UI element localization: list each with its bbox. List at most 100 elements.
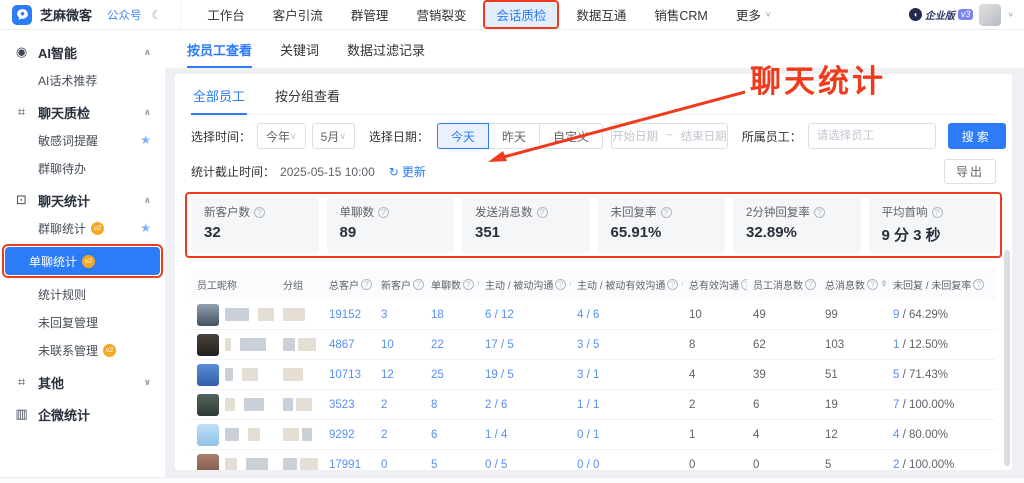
table-cell[interactable]: 3 / 5 [571,339,683,351]
sidebar-item[interactable]: AI话术推荐 [0,66,165,94]
month-select[interactable]: 5月 ∨ [312,123,355,149]
sort-icon[interactable]: ▲▼ [569,280,571,288]
table-cell[interactable]: 1 / 4 [479,429,571,441]
table-cell[interactable]: 18 [425,309,479,321]
info-icon[interactable]: ? [361,279,372,290]
view-tab[interactable]: 全部员工 [191,82,247,114]
year-select[interactable]: 今年 ∨ [257,123,306,149]
dark-mode-icon[interactable]: ☾ [152,8,163,22]
account-chevron-down-icon[interactable]: ∨ [1007,10,1014,19]
nav-item[interactable]: 数据互通 [565,2,637,27]
nav-item[interactable]: 群管理 [340,2,400,27]
table-cell[interactable]: 12 [375,369,425,381]
nav-item[interactable]: 会话质检 [485,2,557,27]
sidebar-item[interactable]: 群聊待办 [0,154,165,182]
info-icon[interactable]: ? [413,279,424,290]
table-cell[interactable]: 8 [425,399,479,411]
info-icon[interactable]: ? [537,207,548,218]
table-cell[interactable]: 6 [425,429,479,441]
table-cell[interactable]: 0 / 1 [571,429,683,441]
nav-item[interactable]: 工作台 [196,2,256,27]
table-cell[interactable]: 2 / 6 [479,399,571,411]
plan-badge[interactable]: ◖ 企业版 v3 [909,7,974,22]
table-cell[interactable]: 17991 [323,459,375,471]
table-cell[interactable]: 9292 [323,429,375,441]
table-cell[interactable]: 4867 [323,339,375,351]
star-icon[interactable]: ★ [140,133,151,147]
sidebar-item[interactable]: 敏感词提醒★ [0,126,165,154]
table-cell[interactable]: 5 [425,459,479,471]
table-row[interactable]: 4867102217 / 53 / 58621031 / 12.50% [191,330,996,360]
info-icon[interactable]: ? [805,279,816,290]
info-icon[interactable]: ? [973,279,984,290]
date-quick-button[interactable]: 自定义 [539,123,603,149]
user-avatar[interactable] [979,4,1001,26]
sidebar-item[interactable]: 未回复管理 [0,308,165,336]
nav-item-more[interactable]: 更多 ∨ [725,2,783,27]
staff-select-input[interactable] [808,123,936,149]
sidebar-group[interactable]: ▥企微统计 [0,400,165,428]
info-icon[interactable]: ? [254,207,265,218]
table-cell[interactable]: 17 / 5 [479,339,571,351]
table-cell[interactable]: 10 [375,339,425,351]
sort-icon[interactable]: ▲▼ [681,280,683,288]
table-row[interactable]: 191523186 / 124 / 61049999 / 64.29% [191,300,996,330]
table-cell[interactable]: 4 / 6 [571,309,683,321]
sidebar-item[interactable]: 统计规则 [0,280,165,308]
info-icon[interactable]: ? [555,279,566,290]
table-cell[interactable]: 3 / 1 [571,369,683,381]
table-cell[interactable]: 3 [375,309,425,321]
nav-item[interactable]: 营销裂变 [405,2,477,27]
nav-item[interactable]: 销售CRM [643,2,718,27]
info-icon[interactable]: ? [867,279,878,290]
info-icon[interactable]: ? [667,279,678,290]
table-row[interactable]: 10713122519 / 53 / 1439515 / 71.43% [191,360,996,390]
search-button[interactable]: 搜索 [948,123,1006,149]
table-cell[interactable]: 0 [375,459,425,471]
sort-icon[interactable]: ▲▼ [881,280,887,288]
table-cell[interactable]: 1 / 1 [571,399,683,411]
refresh-link[interactable]: ↻ 更新 [389,163,426,180]
sidebar-group[interactable]: ⌗聊天质检∧ [0,98,165,126]
table-cell[interactable]: 19152 [323,309,375,321]
table-cell[interactable]: 6 / 12 [479,309,571,321]
sidebar-group[interactable]: ⌗其他∨ [0,368,165,396]
sidebar-group[interactable]: ◉AI智能∧ [0,38,165,66]
sort-icon[interactable]: ▲▼ [477,280,479,288]
info-icon[interactable]: ? [378,207,389,218]
vertical-scrollbar[interactable] [1004,250,1010,466]
info-icon[interactable]: ? [932,207,943,218]
sidebar-item[interactable]: 未联系管理v2 [0,336,165,364]
official-account-link[interactable]: 公众号 [107,7,142,23]
info-icon[interactable]: ? [814,207,825,218]
page-tab[interactable]: 按员工查看 [187,40,252,68]
date-quick-button[interactable]: 昨天 [488,123,540,149]
page-tab[interactable]: 关键词 [280,40,319,68]
date-quick-button[interactable]: 今天 [437,123,489,149]
info-icon[interactable]: ? [661,207,672,218]
nav-item[interactable]: 客户引流 [262,2,334,27]
sidebar-item[interactable]: 单聊统计v2 [5,247,160,275]
info-icon[interactable]: ? [463,279,474,290]
star-icon[interactable]: ★ [140,221,151,235]
horizontal-scrollbar-track[interactable] [0,477,1024,483]
date-range-input[interactable]: 开始日期 ~ 结束日期 [611,123,728,149]
view-tab[interactable]: 按分组查看 [273,82,342,114]
export-button[interactable]: 导出 [944,159,996,184]
table-cell[interactable]: 3523 [323,399,375,411]
table-cell[interactable]: 19 / 5 [479,369,571,381]
page-tab[interactable]: 数据过滤记录 [347,40,425,68]
table-cell[interactable]: 10713 [323,369,375,381]
table-row[interactable]: 9292261 / 40 / 114124 / 80.00% [191,420,996,450]
table-cell[interactable]: 2 [375,429,425,441]
table-cell[interactable]: 22 [425,339,479,351]
table-cell[interactable]: 0 / 0 [571,459,683,471]
table-cell[interactable]: 0 / 5 [479,459,571,471]
stat-label: 发送消息数? [475,204,577,220]
table-cell[interactable]: 2 [375,399,425,411]
table-row[interactable]: 17991050 / 50 / 00052 / 100.00% [191,450,996,470]
table-cell[interactable]: 25 [425,369,479,381]
sidebar-group[interactable]: ⊡聊天统计∧ [0,186,165,214]
sidebar-item[interactable]: 群聊统计v2★ [0,214,165,242]
table-row[interactable]: 3523282 / 61 / 126197 / 100.00% [191,390,996,420]
